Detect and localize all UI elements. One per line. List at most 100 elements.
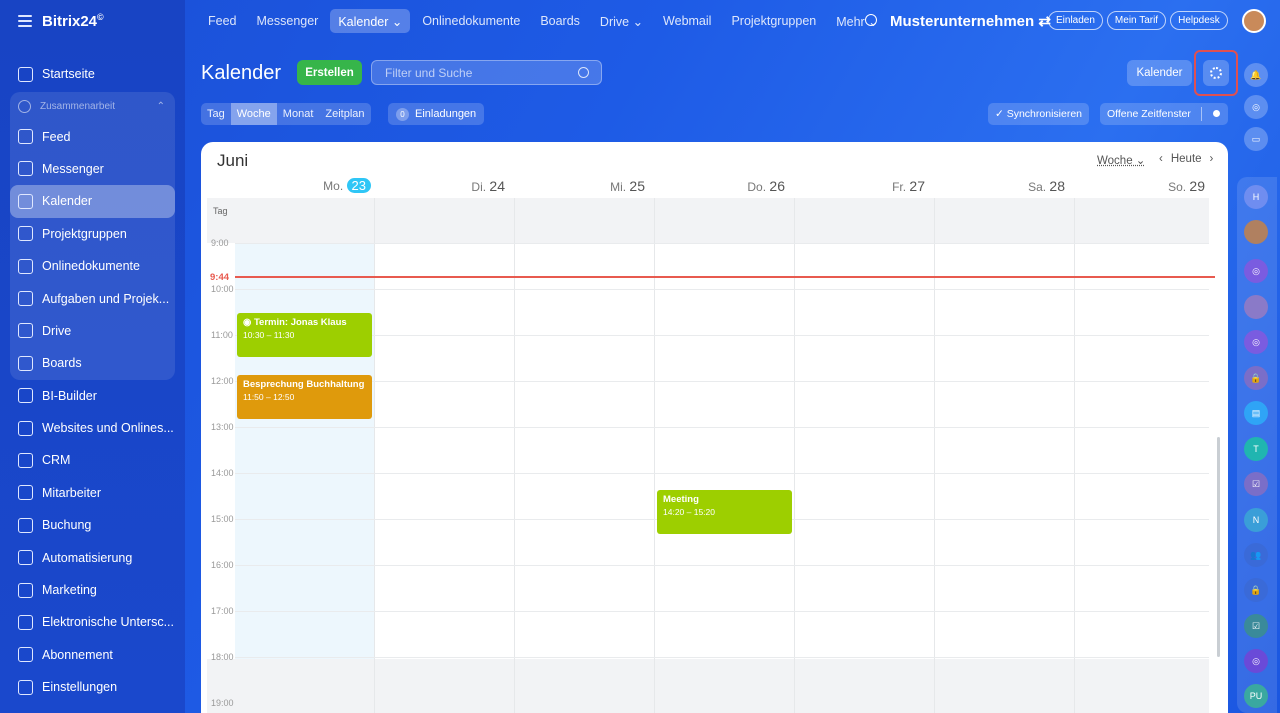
create-button[interactable]: Erstellen [297, 60, 362, 85]
topnav-projektgruppen[interactable]: Projektgruppen [723, 9, 824, 33]
sidebar-item-marketing[interactable]: Marketing [10, 574, 175, 606]
sidebar-item-label: Buchung [42, 518, 92, 533]
user-avatar[interactable] [1244, 295, 1268, 319]
sidebar-item-label: Mitarbeiter [42, 485, 102, 500]
sidebar-item-bi-builder[interactable]: BI-Builder [10, 380, 175, 412]
invites-button[interactable]: 0 Einladungen [388, 103, 485, 125]
brand-logo[interactable]: Bitrix24© [42, 12, 104, 30]
user-avatar[interactable] [1242, 9, 1266, 33]
sidebar-item-kalender[interactable]: Kalender [10, 185, 175, 218]
search-icon[interactable] [865, 14, 877, 26]
chat-icon [18, 161, 33, 177]
event-termin-jonas-klaus[interactable]: ◉ Termin: Jonas Klaus 10:30 – 11:30 [237, 313, 372, 357]
topnav-drive[interactable]: Drive ⌄ [592, 9, 651, 33]
open-slots-toggle[interactable]: Offene Zeitfenster [1100, 103, 1228, 125]
prev-icon[interactable]: ‹ [1159, 153, 1163, 165]
tab-monat[interactable]: Monat [277, 103, 320, 125]
hour-label: 15:00 [211, 514, 234, 524]
sidebar-item-feed[interactable]: Feed [10, 120, 175, 152]
sidebar-item-startseite[interactable]: Startseite [10, 58, 175, 90]
today-button[interactable]: Heute [1171, 153, 1202, 165]
helpdesk-button[interactable]: Helpdesk [1170, 11, 1228, 30]
search-icon[interactable] [578, 67, 589, 78]
task-icon[interactable]: ☑ [1244, 614, 1268, 638]
sidebar-group-header[interactable]: Zusammenarbeit ⌃ [10, 92, 175, 120]
topnav-boards[interactable]: Boards [532, 9, 588, 33]
copilot-icon[interactable]: ◎ [1244, 259, 1268, 283]
calendar-button[interactable]: Kalender [1127, 60, 1192, 86]
rail-avatar-pu[interactable]: PU [1244, 684, 1268, 708]
scrollbar[interactable] [1217, 437, 1220, 657]
sidebar-item-projektgruppen[interactable]: Projektgruppen [10, 218, 175, 250]
calendar-icon [18, 193, 33, 209]
company-name[interactable]: Musterunternehmen ⇄ [890, 12, 1051, 30]
day-header-di[interactable]: Di. 24 [375, 178, 505, 194]
rail-avatar-h[interactable]: H [1244, 185, 1268, 209]
rail-avatar-n[interactable]: N [1244, 508, 1268, 532]
tab-zeitplan[interactable]: Zeitplan [319, 103, 370, 125]
menu-icon[interactable] [18, 15, 32, 27]
user-avatar[interactable] [1244, 220, 1268, 244]
hour-label: 16:00 [211, 560, 234, 570]
view-select[interactable]: Woche ⌄ [1097, 153, 1145, 167]
sidebar-item-label: Boards [42, 356, 82, 371]
day-header-sa[interactable]: Sa. 28 [935, 178, 1065, 194]
chat-bubble-icon[interactable]: ▤ [1244, 401, 1268, 425]
sidebar-item-websites[interactable]: Websites und Onlines... [10, 412, 175, 444]
day-header-fr[interactable]: Fr. 27 [795, 178, 925, 194]
day-header-mo[interactable]: Mo. 23 [241, 178, 371, 193]
sidebar-item-crm[interactable]: CRM [10, 444, 175, 476]
event-meeting[interactable]: Meeting 14:20 – 15:20 [657, 490, 792, 534]
marketing-icon [18, 582, 33, 598]
sidebar-item-mitarbeiter[interactable]: Mitarbeiter [10, 477, 175, 509]
topnav-onlinedokumente[interactable]: Onlinedokumente [414, 9, 528, 33]
topnav-feed[interactable]: Feed [200, 9, 245, 33]
sync-button[interactable]: ✓ Synchronisieren [988, 103, 1090, 125]
invite-button[interactable]: Einladen [1048, 11, 1103, 30]
toggle-dot[interactable] [1213, 110, 1220, 117]
gear-icon [1210, 67, 1222, 79]
event-besprechung-buchhaltung[interactable]: Besprechung Buchhaltung 11:50 – 12:50 [237, 375, 372, 419]
topnav-messenger[interactable]: Messenger [249, 9, 327, 33]
topnav-kalender[interactable]: Kalender ⌄ [330, 9, 411, 33]
sidebar-item-label: Messenger [42, 161, 104, 176]
allday-row[interactable] [207, 198, 1209, 243]
chevron-up-icon[interactable]: ⌃ [157, 101, 165, 112]
copilot-icon[interactable]: ◎ [1244, 95, 1268, 119]
tab-woche[interactable]: Woche [230, 103, 277, 125]
sidebar-item-abonnement[interactable]: Abonnement [10, 639, 175, 671]
week-grid[interactable]: Tag 9:00 10:00 11:00 12:00 13:00 14:00 1… [201, 198, 1228, 713]
sidebar-item-label: BI-Builder [42, 388, 97, 403]
sidebar-item-onlinedokumente[interactable]: Onlinedokumente [10, 250, 175, 282]
copilot-icon[interactable]: ◎ [1244, 330, 1268, 354]
day-number: 23 [346, 178, 371, 193]
task-icon[interactable]: ☑ [1244, 472, 1268, 496]
sidebar-item-buchung[interactable]: Buchung [10, 509, 175, 541]
chat-bubble-icon[interactable]: ▭ [1244, 127, 1268, 151]
lock-icon[interactable]: 🔒 [1244, 366, 1268, 390]
sidebar-item-messenger[interactable]: Messenger [10, 153, 175, 185]
topnav-mehr[interactable]: Mehr ⌄ [828, 9, 886, 33]
topnav-webmail[interactable]: Webmail [655, 9, 719, 33]
group-icon[interactable]: 👥 [1244, 543, 1268, 567]
bell-icon[interactable]: 🔔 [1244, 63, 1268, 87]
sidebar-item-boards[interactable]: Boards [10, 347, 175, 379]
sidebar-item-einstellungen[interactable]: Einstellungen [10, 671, 175, 703]
copilot-icon[interactable]: ◎ [1244, 649, 1268, 673]
sidebar-item-signatur[interactable]: Elektronische Untersc... [10, 606, 175, 638]
filter-search-input[interactable]: Filter und Suche [371, 60, 602, 85]
next-icon[interactable]: › [1210, 153, 1214, 165]
settings-button[interactable] [1203, 60, 1229, 86]
day-header-so[interactable]: So. 29 [1075, 178, 1205, 194]
day-header-do[interactable]: Do. 26 [655, 178, 785, 194]
rail-avatar-t[interactable]: T [1244, 437, 1268, 461]
sidebar-item-automatisierung[interactable]: Automatisierung [10, 541, 175, 573]
sidebar-item-drive[interactable]: Drive [10, 315, 175, 347]
sidebar-item-aufgaben[interactable]: Aufgaben und Projek... [10, 282, 175, 314]
lock-icon[interactable]: 🔒 [1244, 578, 1268, 602]
event-time: 10:30 – 11:30 [243, 330, 295, 340]
hour-line [235, 565, 1209, 566]
my-plan-button[interactable]: Mein Tarif [1106, 11, 1167, 30]
day-header-mi[interactable]: Mi. 25 [515, 178, 645, 194]
tab-tag[interactable]: Tag [201, 103, 231, 125]
